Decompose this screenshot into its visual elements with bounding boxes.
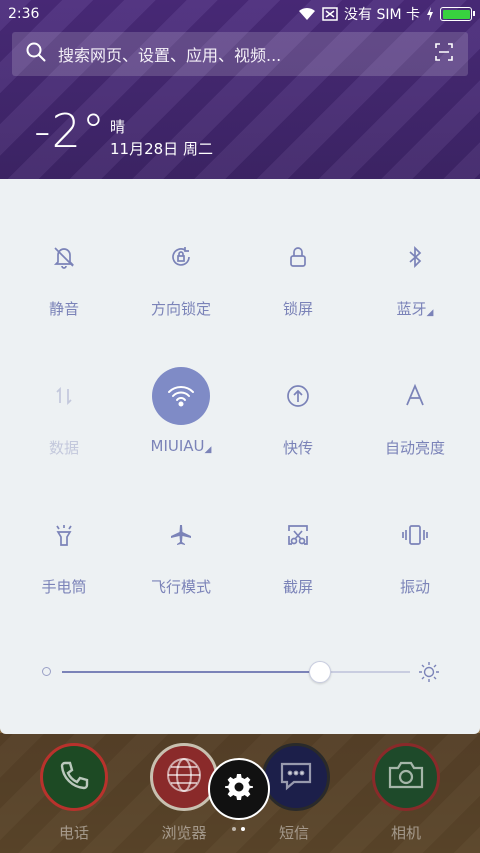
settings-button[interactable] xyxy=(208,758,270,820)
dock-label-messages: 短信 xyxy=(278,824,309,842)
charging-icon xyxy=(426,7,434,21)
tile-label: 飞行模式 xyxy=(150,578,211,596)
brightness-fill xyxy=(62,671,320,673)
lock-icon xyxy=(269,228,327,286)
browser-icon xyxy=(164,755,204,799)
tile-label: 振动 xyxy=(399,578,430,596)
scan-icon[interactable] xyxy=(434,42,454,66)
dock-app-camera[interactable] xyxy=(372,743,440,811)
message-icon xyxy=(278,758,314,796)
tile-label: 自动亮度 xyxy=(384,439,445,457)
tile-label: 快传 xyxy=(282,439,313,457)
dock-app-phone[interactable] xyxy=(40,743,108,811)
wifi-icon xyxy=(298,7,316,21)
tile-label: 方向锁定 xyxy=(150,300,211,318)
tile-vibrate[interactable]: 振动 xyxy=(355,506,475,616)
tile-bluetooth[interactable]: 蓝牙◢ xyxy=(355,228,475,338)
brightness-high-icon xyxy=(418,661,440,687)
brightness-low-icon xyxy=(42,667,51,676)
carrier-text: 没有 SIM 卡 xyxy=(344,7,420,23)
tile-label: 锁屏 xyxy=(282,300,313,318)
status-time: 2:36 xyxy=(8,6,40,22)
page-indicator xyxy=(232,827,245,831)
search-placeholder: 搜索网页、设置、应用、视频... xyxy=(58,46,282,65)
dock-label-camera: 相机 xyxy=(390,824,421,842)
tile-screenshot[interactable]: 截屏 xyxy=(238,506,358,616)
phone-icon xyxy=(56,757,92,797)
tile-airplane-mode[interactable]: 飞行模式 xyxy=(121,506,241,616)
page-dot-current xyxy=(241,827,245,831)
tile-label: 手电筒 xyxy=(41,578,87,596)
tile-label: 截屏 xyxy=(282,578,313,596)
weather-temperature: -2° xyxy=(34,104,106,158)
bluetooth-icon xyxy=(386,228,444,286)
dock-label-phone: 电话 xyxy=(58,824,89,842)
tile-label: 静音 xyxy=(48,300,79,318)
tile-mobile-data[interactable]: 数据 xyxy=(4,367,124,477)
brightness-slider[interactable] xyxy=(38,657,448,687)
quick-transfer-icon xyxy=(269,367,327,425)
status-bar: 2:36 没有 SIM 卡 xyxy=(0,0,480,28)
tile-flashlight[interactable]: 手电筒 xyxy=(4,506,124,616)
dock-app-browser[interactable] xyxy=(150,743,218,811)
search-icon xyxy=(26,42,46,66)
airplane-icon xyxy=(152,506,210,564)
search-bar[interactable]: 搜索网页、设置、应用、视频... xyxy=(12,32,468,76)
weather-date: 11月28日 周二 xyxy=(110,140,213,158)
tile-lock-screen[interactable]: 锁屏 xyxy=(238,228,358,338)
mobile-data-icon xyxy=(35,367,93,425)
tile-quick-transfer[interactable]: 快传 xyxy=(238,367,358,477)
expand-triangle-icon: ◢ xyxy=(426,308,434,318)
screenshot-icon xyxy=(269,506,327,564)
flashlight-icon xyxy=(35,506,93,564)
brightness-track[interactable] xyxy=(62,661,410,683)
weather-condition: 晴 xyxy=(110,118,126,136)
tile-wifi[interactable]: MIUIAU◢ xyxy=(121,367,241,477)
tile-rotation-lock[interactable]: 方向锁定 xyxy=(121,228,241,338)
battery-icon xyxy=(440,7,475,21)
expand-triangle-icon: ◢ xyxy=(204,445,212,455)
brightness-thumb[interactable] xyxy=(308,661,331,683)
vibrate-icon xyxy=(386,506,444,564)
page-dot xyxy=(232,827,236,831)
gear-icon xyxy=(224,772,254,806)
dock-app-messages[interactable] xyxy=(262,743,330,811)
quick-settings-panel: 静音 方向锁定 锁屏 蓝牙◢ 数据 MIUIAU◢ 快传 自动亮度 手电筒 飞行… xyxy=(0,179,480,734)
dock-label-browser: 浏览器 xyxy=(161,824,207,842)
tile-label: 数据 xyxy=(48,439,79,457)
rotation-lock-icon xyxy=(152,228,210,286)
weather-widget[interactable]: -2° 晴 11月28日 周二 xyxy=(34,104,213,158)
camera-icon xyxy=(387,759,425,795)
bell-off-icon xyxy=(35,228,93,286)
tile-mute[interactable]: 静音 xyxy=(4,228,124,338)
tile-label: 蓝牙◢ xyxy=(396,300,434,318)
tile-auto-brightness[interactable]: 自动亮度 xyxy=(355,367,475,477)
wifi-icon xyxy=(152,367,210,425)
tile-label: MIUIAU◢ xyxy=(150,437,212,455)
auto-brightness-icon xyxy=(386,367,444,425)
no-sim-icon xyxy=(322,7,338,21)
